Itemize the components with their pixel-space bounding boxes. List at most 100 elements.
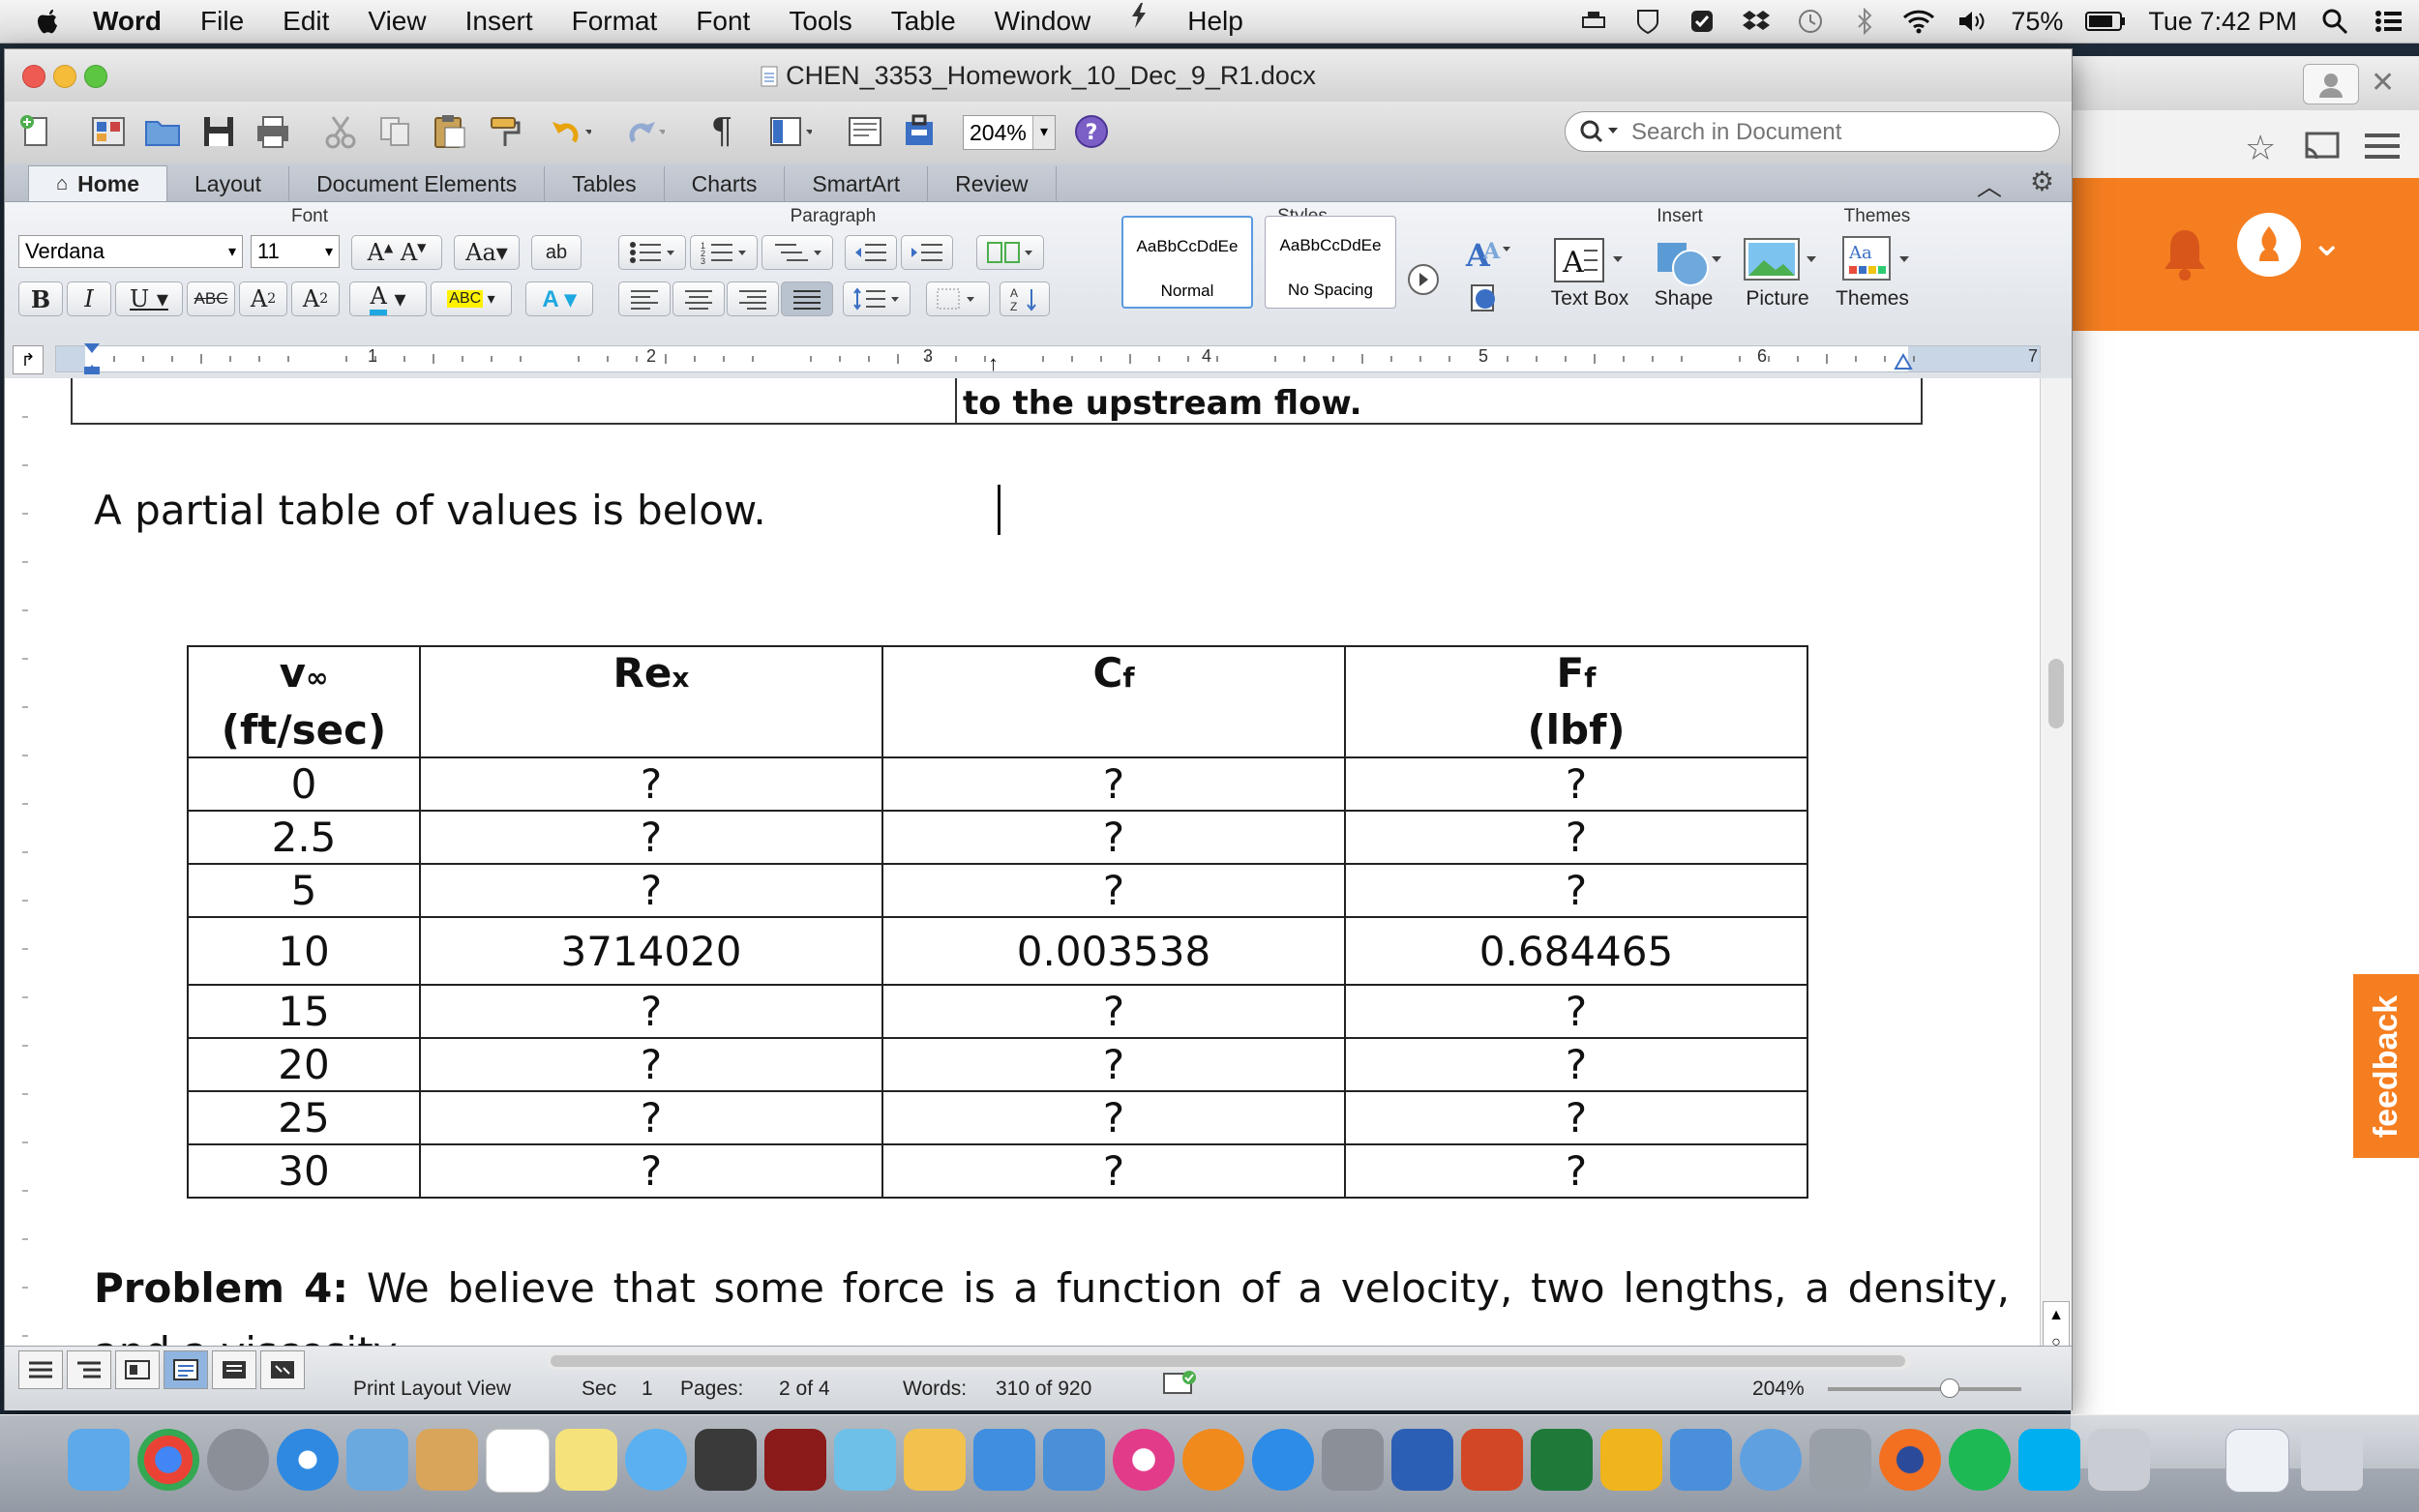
zoom-slider-thumb[interactable]	[1940, 1379, 1959, 1398]
save-icon[interactable]	[196, 109, 241, 154]
font-name-select[interactable]: Verdana ▾	[18, 235, 243, 268]
finder-dock-icon[interactable]	[68, 1429, 130, 1491]
insert-shape-button[interactable]: Shape	[1648, 231, 1729, 310]
script-menu-icon[interactable]	[1110, 0, 1168, 43]
grow-shrink-font-buttons[interactable]: A▲ A▼	[351, 235, 442, 270]
iphoto-dock-icon[interactable]	[834, 1429, 896, 1491]
font-color-button[interactable]: A ▾	[349, 282, 427, 316]
print-layout-view-icon[interactable]	[164, 1350, 208, 1389]
printer-status-icon[interactable]	[1577, 7, 1610, 36]
tab-document-elements[interactable]: Document Elements	[289, 166, 546, 201]
mail-dock-icon[interactable]	[346, 1429, 408, 1491]
zoom-dropdown-arrow-icon[interactable]: ▾	[1032, 116, 1055, 149]
decrease-indent-button[interactable]	[845, 235, 897, 270]
gallery-icon[interactable]	[843, 109, 887, 154]
tab-tables[interactable]: Tables	[545, 166, 665, 201]
style-normal[interactable]: AaBbCcDdEe Normal	[1121, 216, 1253, 309]
help-icon[interactable]: ?	[1069, 109, 1114, 154]
subscript-button[interactable]: A2	[291, 282, 340, 316]
paste-icon[interactable]	[427, 109, 471, 154]
safari-dock-icon[interactable]	[277, 1429, 339, 1491]
excel-dock-icon[interactable]	[1531, 1429, 1593, 1491]
horizontal-ruler[interactable]: ↱ 1 2 3 4 5 6 7 ↑	[5, 338, 2072, 379]
search-input[interactable]	[1629, 118, 2040, 147]
tab-stop-marker-icon[interactable]: ↑	[988, 351, 999, 376]
increase-indent-button[interactable]	[901, 235, 953, 270]
themes-button[interactable]: Aa Themes	[1832, 231, 1925, 310]
browser-close-icon[interactable]: ✕	[2371, 66, 2395, 100]
collapse-ribbon-icon[interactable]: ︿	[1977, 167, 2002, 203]
dropbox-icon[interactable]	[1740, 7, 1773, 36]
spelling-check-icon[interactable]	[1162, 1370, 1199, 1403]
tab-charts[interactable]: Charts	[665, 166, 786, 201]
apple-menu-icon[interactable]	[21, 0, 74, 43]
launchpad-dock-icon[interactable]	[207, 1429, 269, 1491]
vertical-scroll-thumb[interactable]	[2048, 659, 2064, 728]
font-size-select[interactable]: 11 ▾	[251, 235, 340, 268]
print-icon[interactable]	[251, 109, 295, 154]
spotify-dock-icon[interactable]	[1949, 1429, 2011, 1491]
search-icon[interactable]	[1579, 118, 1622, 150]
superscript-button[interactable]: A2	[239, 282, 287, 316]
contacts-dock-icon[interactable]	[416, 1429, 478, 1491]
insert-picture-button[interactable]: Picture	[1737, 231, 1824, 310]
menu-help[interactable]: Help	[1168, 0, 1263, 43]
cut-icon[interactable]	[318, 109, 363, 154]
line-spacing-button[interactable]	[843, 282, 911, 316]
clear-formatting-icon[interactable]: ab	[531, 235, 582, 270]
highlight-color-button[interactable]: ABC ▾	[431, 282, 512, 316]
underline-button[interactable]: U ▾	[115, 282, 183, 316]
view-sidebar-icon[interactable]	[767, 109, 812, 154]
feedback-tab[interactable]: feedback	[2351, 972, 2419, 1160]
horizontal-scrollbar[interactable]	[547, 1352, 1911, 1370]
photo-booth-dock-icon[interactable]	[764, 1429, 826, 1491]
outline-view-icon[interactable]	[67, 1350, 111, 1389]
spotlight-search-icon[interactable]	[2318, 7, 2351, 36]
calendar-dock-icon[interactable]	[486, 1429, 550, 1493]
notification-bell-icon[interactable]	[2160, 226, 2210, 285]
volume-icon[interactable]	[1956, 7, 1989, 36]
focus-view-icon[interactable]	[260, 1350, 305, 1389]
notification-center-icon[interactable]	[2373, 7, 2405, 36]
new-document-icon[interactable]	[15, 109, 59, 154]
menu-font[interactable]: Font	[676, 0, 769, 43]
toolbox-icon[interactable]	[897, 109, 941, 154]
publishing-layout-view-icon[interactable]	[115, 1350, 160, 1389]
ibooks-dock-icon[interactable]	[1182, 1429, 1244, 1491]
insert-text-box-button[interactable]: A Text Box	[1549, 231, 1630, 310]
system-preferences-dock-icon[interactable]	[1322, 1429, 1384, 1491]
menu-insert[interactable]: Insert	[446, 0, 552, 43]
sort-button[interactable]: AZ	[1000, 282, 1050, 316]
menu-app-name[interactable]: Word	[74, 0, 181, 43]
templates-gallery-icon[interactable]	[86, 109, 131, 154]
menu-table[interactable]: Table	[872, 0, 975, 43]
horizontal-scroll-thumb[interactable]	[551, 1355, 1905, 1367]
document-page[interactable]: to the upstream flow. A partial table of…	[44, 378, 2041, 1394]
strikethrough-button[interactable]: ABC	[187, 282, 235, 316]
italic-button[interactable]: I	[67, 282, 111, 316]
photos-folder-dock-icon[interactable]	[2088, 1429, 2150, 1491]
ribbon-settings-gear-icon[interactable]: ⚙	[2030, 165, 2054, 197]
borders-button[interactable]	[926, 282, 990, 316]
open-folder-icon[interactable]	[140, 109, 185, 154]
keynote-dock-icon[interactable]	[1043, 1429, 1105, 1491]
right-indent-marker-icon[interactable]	[1894, 351, 1913, 375]
wifi-icon[interactable]	[1902, 7, 1935, 36]
facetime-dock-icon[interactable]	[695, 1429, 757, 1491]
preview-dock-icon[interactable]	[1809, 1429, 1871, 1491]
justify-button[interactable]	[781, 282, 833, 316]
change-case-icon[interactable]: Aa▾	[454, 235, 520, 270]
user-avatar[interactable]	[2237, 213, 2301, 277]
tab-smartart[interactable]: SmartArt	[785, 166, 929, 201]
vertical-ruler[interactable]	[5, 378, 45, 1394]
numbers-dock-icon[interactable]	[973, 1429, 1035, 1491]
redo-icon[interactable]	[620, 109, 665, 154]
first-line-indent-marker-icon[interactable]	[82, 341, 102, 381]
chrome-dock-icon[interactable]	[137, 1429, 199, 1491]
menu-edit[interactable]: Edit	[263, 0, 348, 43]
cast-icon[interactable]	[2303, 132, 2342, 167]
draft-view-icon[interactable]	[18, 1350, 63, 1389]
styles-next-arrow-icon[interactable]	[1406, 262, 1441, 302]
network-dock-icon[interactable]	[1740, 1429, 1802, 1491]
align-right-button[interactable]	[727, 282, 779, 316]
